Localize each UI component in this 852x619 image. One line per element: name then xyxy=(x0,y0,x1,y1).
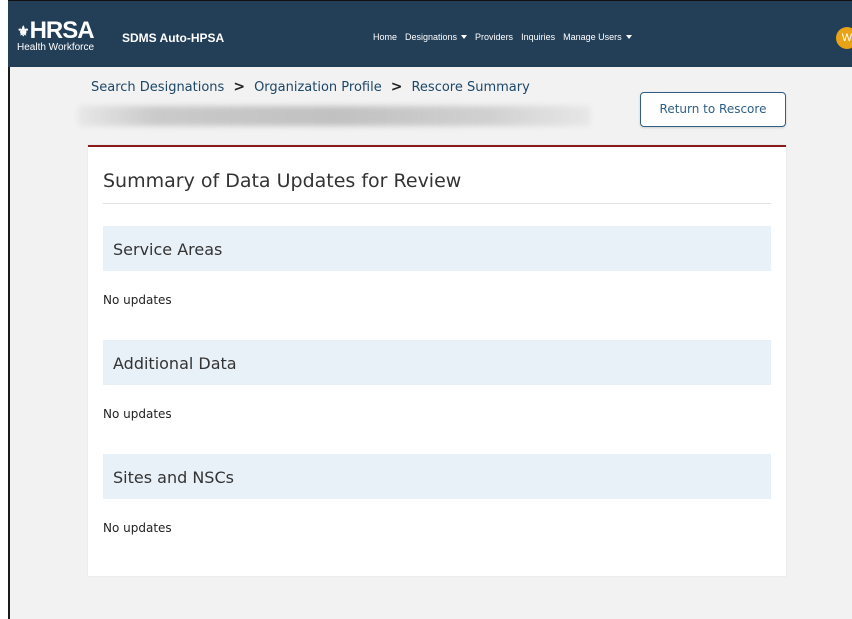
return-to-rescore-button[interactable]: Return to Rescore xyxy=(640,92,786,127)
main-nav: Home Designations Providers Inquiries Ma… xyxy=(373,32,640,42)
caret-down-icon xyxy=(625,35,632,39)
breadcrumb-search-designations[interactable]: Search Designations xyxy=(91,80,224,95)
section-body-additional-data: No updates xyxy=(103,407,172,421)
section-title: Sites and NSCs xyxy=(113,468,234,487)
nav-designations-label: Designations xyxy=(405,32,458,42)
breadcrumb-rescore-summary: Rescore Summary xyxy=(411,79,530,95)
card-title: Summary of Data Updates for Review xyxy=(103,170,462,192)
section-header-additional-data: Additional Data xyxy=(103,340,771,385)
section-body-service-areas: No updates xyxy=(103,293,172,307)
chevron-right-icon: > xyxy=(390,79,403,95)
redacted-organization-name xyxy=(78,106,590,126)
section-title: Additional Data xyxy=(113,354,237,373)
breadcrumb: Search Designations > Organization Profi… xyxy=(91,79,530,95)
nav-designations[interactable]: Designations xyxy=(405,32,468,42)
summary-card: Summary of Data Updates for Review Servi… xyxy=(88,145,786,576)
nav-inquiries-label: Inquiries xyxy=(521,32,556,42)
nav-home-label: Home xyxy=(373,32,398,42)
nav-manage-users-label: Manage Users xyxy=(563,32,622,42)
logo-text: HRSA xyxy=(29,17,95,44)
breadcrumb-organization-profile[interactable]: Organization Profile xyxy=(254,80,382,95)
user-avatar[interactable]: W xyxy=(836,27,852,49)
nav-providers-label: Providers xyxy=(475,32,514,42)
title-divider xyxy=(103,203,771,204)
app-name[interactable]: SDMS Auto-HPSA xyxy=(122,31,224,45)
nav-inquiries[interactable]: Inquiries xyxy=(521,32,555,42)
nav-manage-users[interactable]: Manage Users xyxy=(563,32,632,42)
nav-home[interactable]: Home xyxy=(373,32,397,42)
section-title: Service Areas xyxy=(113,240,223,259)
section-header-service-areas: Service Areas xyxy=(103,226,771,271)
chevron-right-icon: > xyxy=(233,79,246,95)
caret-down-icon xyxy=(461,35,468,39)
eagle-icon: ⚜ xyxy=(17,23,30,39)
hrsa-logo[interactable]: ⚜ HRSA Health Workforce xyxy=(17,17,95,54)
section-body-sites-and-nscs: No updates xyxy=(103,521,172,535)
nav-providers[interactable]: Providers xyxy=(475,32,513,42)
logo-subtitle: Health Workforce xyxy=(17,42,95,53)
top-navbar: ⚜ HRSA Health Workforce SDMS Auto-HPSA H… xyxy=(8,0,852,67)
section-header-sites-and-nscs: Sites and NSCs xyxy=(103,454,771,499)
